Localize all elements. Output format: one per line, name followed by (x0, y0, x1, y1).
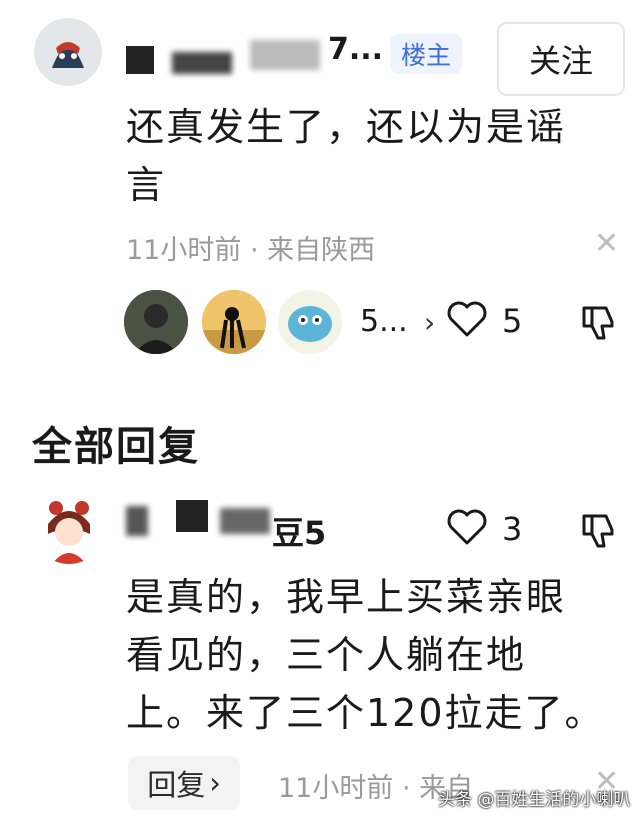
username-censored (126, 506, 148, 536)
reply-button[interactable]: 回复 › (128, 756, 240, 810)
follow-button[interactable]: 关注 (497, 22, 625, 96)
op-badge: 楼主 (390, 34, 462, 74)
reply-text-line: 上。来了三个120拉走了。 (126, 691, 605, 735)
heart-icon[interactable] (446, 300, 488, 338)
section-title: 全部回复 (32, 424, 200, 470)
reply-avatar[interactable] (34, 494, 104, 564)
heart-icon[interactable] (446, 508, 488, 546)
liker-count[interactable]: 5... (360, 304, 408, 339)
reply-text-line: 看见的，三个人躺在地 (126, 633, 527, 677)
reply-text: 是真的，我早上买菜亲眼 看见的，三个人躺在地 上。来了三个120拉走了。 (126, 568, 605, 742)
close-icon[interactable]: ✕ (594, 226, 619, 261)
op-comment-text: 还真发生了，还以为是谣 言 (126, 98, 566, 214)
thumbs-down-icon[interactable] (580, 304, 618, 342)
reply-text-line: 是真的，我早上买菜亲眼 (126, 575, 567, 619)
liker-avatar[interactable] (278, 290, 342, 354)
thumbs-down-icon[interactable] (580, 512, 618, 550)
reply-button-label: 回复 (147, 768, 206, 802)
like-count: 3 (502, 510, 523, 548)
op-comment-meta: 11小时前 · 来自陕西 (126, 235, 376, 266)
username-censored (176, 500, 208, 532)
reply-username[interactable]: 豆5 (272, 508, 326, 554)
op-comment-line: 还真发生了，还以为是谣 (126, 105, 567, 149)
chevron-right-icon: › (209, 766, 221, 800)
op-username[interactable]: 7... (328, 32, 383, 67)
op-avatar[interactable] (34, 18, 102, 86)
username-censored (126, 46, 154, 74)
username-censored (220, 508, 270, 534)
liker-avatar[interactable] (202, 290, 266, 354)
username-censored (250, 40, 320, 70)
liker-avatar[interactable] (124, 290, 188, 354)
chevron-right-icon[interactable]: › (424, 306, 435, 339)
username-censored (172, 52, 232, 74)
watermark: 头条 @百姓生活的小喇叭 (438, 790, 631, 810)
op-comment-line: 言 (126, 163, 167, 207)
like-count: 5 (502, 302, 523, 340)
